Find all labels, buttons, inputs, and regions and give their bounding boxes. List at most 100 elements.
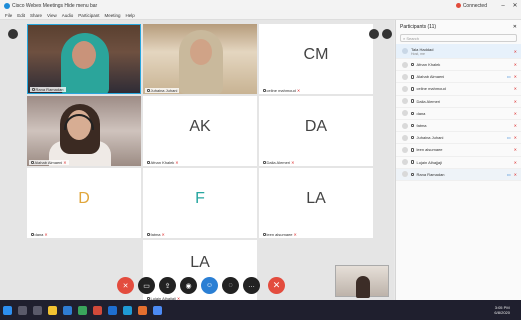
menu-share[interactable]: Share — [30, 13, 42, 18]
webex-logo-icon — [4, 2, 10, 9]
mic-icon — [31, 232, 34, 237]
connection-status[interactable]: Connected — [455, 3, 487, 9]
leave-meeting-button[interactable]: ✕ — [268, 277, 285, 294]
participant-row[interactable]: Juhaina Juhani ▭ ✕ — [396, 132, 521, 145]
participant-row[interactable]: Dalia Alemeri ✕ — [396, 96, 521, 108]
menu-view[interactable]: View — [47, 13, 57, 18]
avatar-initials: LA — [306, 190, 326, 207]
video-tile-alahab[interactable]: Alahab Almaeni ✕ — [27, 96, 141, 166]
muted-icon: ✕ — [291, 160, 295, 165]
record-button[interactable]: ◉ — [180, 277, 197, 294]
avatar-initials: F — [195, 190, 205, 207]
layout-toggle-button[interactable] — [8, 29, 18, 39]
avatar — [402, 110, 408, 117]
panel-title: Participants (11) — [400, 23, 437, 30]
video-tile-juhaina[interactable]: Juhaina Juhani — [143, 24, 257, 94]
muted-icon: ✕ — [513, 98, 517, 104]
menu-help[interactable]: Help — [126, 13, 135, 18]
mic-icon — [411, 135, 414, 140]
menu-edit[interactable]: Edit — [17, 13, 25, 18]
avatar — [402, 146, 408, 153]
close-window-button[interactable]: ✕ — [509, 2, 521, 9]
mic-icon — [411, 111, 414, 116]
mute-button[interactable]: ✕ — [117, 277, 134, 294]
muted-icon: ✕ — [513, 159, 517, 165]
video-tile-rana[interactable]: Rana Ramadan — [27, 24, 141, 94]
mic-icon — [263, 160, 266, 165]
search-input[interactable]: ⌕ Search — [400, 34, 517, 42]
participant-row[interactable]: dana ✕ — [396, 108, 521, 120]
participant-row[interactable]: Rana Ramadan ▭ ✕ — [396, 168, 521, 181]
webex-taskbar-icon[interactable] — [123, 305, 132, 315]
participant-row[interactable]: Alahab Almaeni ▭ ✕ — [396, 71, 521, 84]
close-panel-icon[interactable]: ✕ — [513, 24, 517, 30]
menu-participant[interactable]: Participant — [78, 13, 99, 18]
minimize-button[interactable]: – — [497, 3, 509, 9]
avatar — [402, 171, 408, 178]
video-tile-celine[interactable]: CM celine mahmoud ✕ — [259, 24, 373, 94]
mic-icon — [263, 232, 266, 237]
muted-icon: ✕ — [513, 62, 517, 68]
mic-icon — [31, 160, 34, 165]
video-tile-afnan[interactable]: AK Afnan Khalek ✕ — [143, 96, 257, 166]
floating-controls — [369, 29, 392, 39]
start-menu-icon[interactable] — [3, 305, 12, 315]
tile-name: Rana Ramadan — [30, 87, 66, 92]
word-icon[interactable] — [108, 305, 117, 315]
powerpoint-icon[interactable] — [138, 305, 147, 315]
mic-icon — [411, 123, 414, 128]
self-view[interactable] — [335, 265, 389, 298]
window-title: Cisco Webex Meetings Hide menu bar — [12, 2, 98, 9]
tile-name: Alahab Almaeni ✕ — [29, 160, 69, 165]
menu-file[interactable]: File — [5, 13, 12, 18]
menu-meeting[interactable]: Meeting — [105, 13, 121, 18]
share-button[interactable]: ⇪ — [159, 277, 176, 294]
video-tile-dalia[interactable]: DA Dalia Alemeri ✕ — [259, 96, 373, 166]
mic-icon — [263, 88, 266, 93]
participant-row[interactable]: celine mahmoud ✕ — [396, 83, 521, 96]
mic-icon — [411, 148, 414, 152]
participant-row[interactable]: fatma ✕ — [396, 120, 521, 133]
office-icon[interactable] — [93, 305, 102, 315]
more-button[interactable]: … — [243, 277, 260, 294]
participants-button[interactable]: ☺ — [201, 277, 218, 294]
menu-audio[interactable]: Audio — [62, 13, 74, 18]
tile-name: leen alsumaee ✕ — [261, 232, 299, 237]
avatar-initials: AK — [189, 118, 211, 135]
video-tile-fatma[interactable]: F fatma ✕ — [143, 168, 257, 238]
video-button[interactable]: ▭ — [138, 277, 155, 294]
task-view-icon[interactable] — [33, 305, 42, 315]
muted-icon: ✕ — [293, 232, 297, 237]
muted-icon: ✕ — [513, 135, 517, 141]
search-icon[interactable] — [18, 305, 27, 315]
avatar-initials: D — [78, 190, 90, 207]
mic-icon — [32, 87, 35, 92]
muted-icon: ✕ — [175, 160, 179, 165]
participant-row[interactable]: leen alsumaee ✕ — [396, 144, 521, 157]
tile-name: fatma ✕ — [145, 232, 167, 237]
chrome-icon[interactable] — [153, 305, 162, 315]
system-clock[interactable]: 3:05 PM 6/8/2020 — [494, 305, 510, 315]
chat-button[interactable]: ◌ — [222, 277, 239, 294]
participant-row[interactable]: Afnan Khalek ✕ — [396, 59, 521, 72]
pin-button[interactable] — [382, 29, 392, 39]
video-tile-dana[interactable]: D dana ✕ — [27, 168, 141, 238]
store-icon[interactable] — [78, 305, 87, 315]
mic-icon — [411, 87, 414, 91]
connection-dot-icon — [455, 3, 461, 8]
video-tile-leen[interactable]: LA leen alsumaee ✕ — [259, 168, 373, 238]
mic-icon — [147, 232, 150, 237]
avatar — [402, 73, 408, 80]
meeting-controls: ✕ ▭ ⇪ ◉ ☺ ◌ … ✕ — [117, 277, 285, 294]
participant-row[interactable]: Tala Haddad Host, me ✕ — [396, 44, 521, 59]
fullscreen-button[interactable] — [369, 29, 379, 39]
avatar — [402, 48, 408, 54]
avatar — [402, 98, 408, 105]
participant-row[interactable]: Lujain Alhajjaji ✕ — [396, 157, 521, 169]
edge-icon[interactable] — [63, 305, 72, 315]
avatar — [402, 134, 408, 141]
avatar — [402, 85, 408, 92]
mic-icon — [411, 160, 414, 164]
mic-icon — [147, 160, 150, 165]
file-explorer-icon[interactable] — [48, 305, 57, 315]
